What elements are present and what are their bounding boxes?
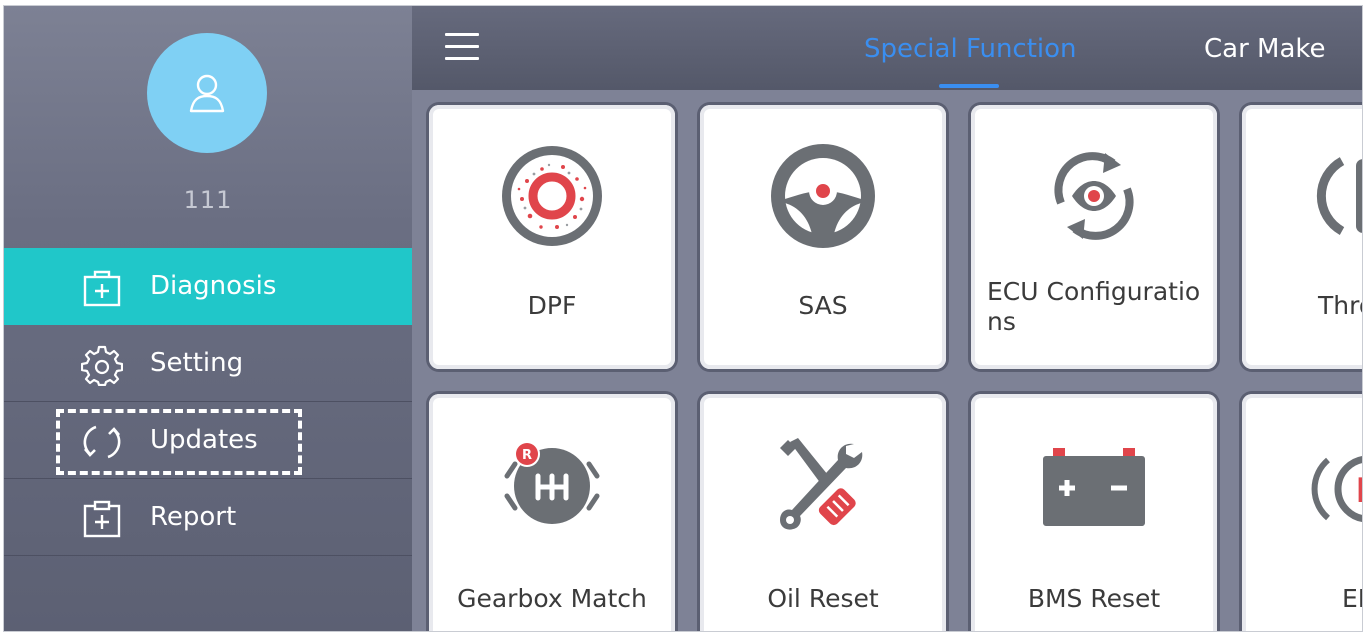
sidebar-item-diagnosis[interactable]: Diagnosis [4,248,412,325]
function-grid: DPF SAS ECU Configuratio ns Thr R Gearbo… [412,90,1363,631]
dpf-icon [429,141,675,255]
function-label: ECU Configuratio ns [987,277,1201,336]
sidebar-item-label: Diagnosis [150,271,277,301]
wrench-icon [700,430,946,544]
function-card-epb[interactable]: P EP [1242,394,1363,631]
sidebar-item-setting[interactable]: Setting [4,325,412,402]
avatar[interactable] [147,33,267,153]
ecu-config-icon [971,141,1217,255]
function-label: Gearbox Match [457,584,647,613]
medical-kit-icon [80,268,124,308]
active-tab-indicator [939,84,999,88]
function-card-oil-reset[interactable]: Oil Reset [700,394,946,631]
username: 111 [183,186,233,214]
function-card-dpf[interactable]: DPF [429,105,675,369]
app-window: 111 Diagnosis Setting Updates Report Spe… [3,5,1363,632]
sidebar-item-label: Report [150,502,237,532]
function-label: Thro [1318,291,1362,320]
function-card-gearbox-match[interactable]: R Gearbox Match [429,394,675,631]
hamburger-icon[interactable] [445,30,479,64]
battery-icon [971,430,1217,544]
tab-car-make[interactable]: Car Make [1204,31,1326,67]
throttle-icon [1242,141,1362,255]
sidebar-menu: Diagnosis Setting Updates Report [4,248,412,556]
svg-text:R: R [522,448,532,463]
function-card-throttle[interactable]: Thro [1242,105,1362,369]
parking-brake-icon: P [1242,430,1363,544]
function-card-sas[interactable]: SAS [700,105,946,369]
main-panel: Special Function Car Make DPF SAS ECU Co… [412,6,1363,631]
sidebar-item-label: Setting [150,348,244,378]
gear-icon [80,345,124,386]
sidebar-item-report[interactable]: Report [4,479,412,556]
gearbox-icon: R [429,430,675,544]
tab-special-function[interactable]: Special Function [864,31,1077,67]
svg-text:P: P [1356,471,1363,511]
report-icon [80,499,124,539]
function-label: SAS [798,291,848,320]
function-card-bms-reset[interactable]: BMS Reset [971,394,1217,631]
user-icon [189,74,225,113]
function-label: EP [1342,584,1362,613]
function-label: BMS Reset [1027,584,1161,613]
function-label: DPF [527,291,577,320]
top-bar: Special Function Car Make [412,6,1362,90]
function-card-ecu-configurations[interactable]: ECU Configuratio ns [971,105,1217,369]
sidebar: 111 Diagnosis Setting Updates Report [4,6,412,631]
steering-wheel-icon [700,141,946,255]
function-label: Oil Reset [767,584,879,613]
highlight-box [56,409,302,475]
